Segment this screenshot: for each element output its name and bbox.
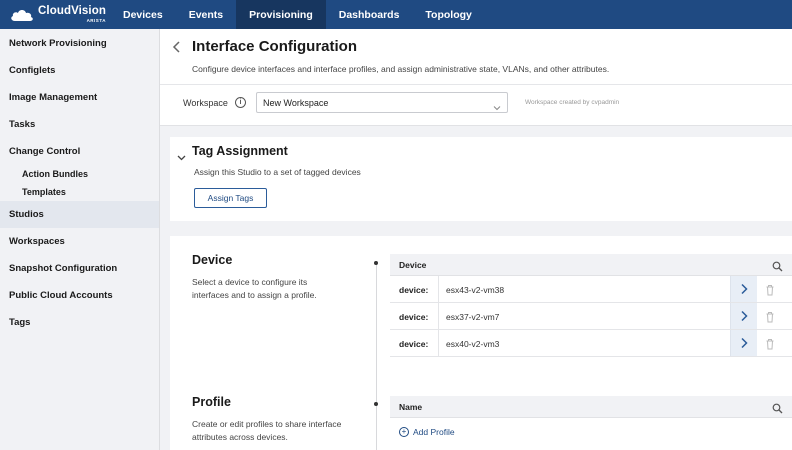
section-dot [374, 402, 378, 406]
device-section-title: Device [192, 253, 233, 267]
workspace-label: Workspace [183, 98, 228, 108]
section-dot [374, 261, 378, 265]
chevron-right-icon [741, 310, 748, 322]
collapse-chevron-icon[interactable] [177, 149, 186, 161]
divider [160, 84, 792, 85]
device-value: esx37-v2-vm7 [446, 312, 500, 322]
chevron-right-icon [741, 337, 748, 349]
nav-events[interactable]: Events [176, 0, 236, 29]
sidebar-item-tags[interactable]: Tags [0, 309, 159, 336]
cloudvision-logo[interactable]: CloudVision ARISTA [0, 0, 110, 29]
profile-table: Name + Add Profile [390, 396, 792, 437]
device-key: device: [399, 285, 429, 295]
profile-section-title: Profile [192, 395, 231, 409]
chevron-right-icon [741, 283, 748, 295]
device-table-header: Device [390, 254, 792, 276]
page-description: Configure device interfaces and interfac… [192, 64, 610, 74]
name-column-header: Name [399, 402, 423, 412]
device-table: Device device: esx43-v2-vm38 device: esx… [390, 254, 792, 357]
trash-icon[interactable] [765, 337, 775, 350]
nav-provisioning[interactable]: Provisioning [236, 0, 326, 29]
cell-divider [438, 330, 439, 356]
device-value: esx43-v2-vm38 [446, 285, 505, 295]
sidebar-item-image-management[interactable]: Image Management [0, 84, 159, 111]
sidebar-item-studios[interactable]: Studios [0, 201, 159, 228]
sidebar-item-network-provisioning[interactable]: Network Provisioning [0, 30, 159, 57]
device-column-header: Device [399, 260, 427, 270]
assign-tags-button[interactable]: Assign Tags [194, 188, 267, 208]
device-key: device: [399, 339, 429, 349]
logo-subtext: ARISTA [86, 17, 106, 23]
plus-circle-icon: + [399, 427, 409, 437]
profile-section-description: Create or edit profiles to share interfa… [192, 419, 342, 442]
open-device-button[interactable] [730, 330, 757, 356]
sidebar-item-snapshot-configuration[interactable]: Snapshot Configuration [0, 255, 159, 282]
nav-devices[interactable]: Devices [110, 0, 176, 29]
device-profile-card: Device Select a device to configure its … [170, 236, 792, 450]
tag-assignment-card: Tag Assignment Assign this Studio to a s… [170, 137, 792, 221]
trash-icon[interactable] [765, 283, 775, 296]
page-header: Interface Configuration Configure device… [160, 29, 792, 126]
tag-assignment-description: Assign this Studio to a set of tagged de… [194, 167, 361, 177]
sidebar-item-change-control[interactable]: Change Control [0, 138, 159, 165]
device-key: device: [399, 312, 429, 322]
cell-divider [438, 303, 439, 329]
table-row[interactable]: device: esx40-v2-vm3 [390, 330, 792, 357]
back-chevron-icon[interactable] [172, 40, 182, 54]
nav-dashboards[interactable]: Dashboards [326, 0, 413, 29]
table-row[interactable]: device: esx37-v2-vm7 [390, 303, 792, 330]
workspace-select[interactable]: New Workspace [256, 92, 508, 113]
workspace-note: Workspace created by cvpadmin [525, 99, 620, 106]
table-row[interactable]: device: esx43-v2-vm38 [390, 276, 792, 303]
open-device-button[interactable] [730, 303, 757, 329]
cloud-logo-icon [10, 8, 34, 22]
logo-text: CloudVision [38, 5, 106, 17]
cell-divider [438, 276, 439, 302]
open-device-button[interactable] [730, 276, 757, 302]
sidebar-item-configlets[interactable]: Configlets [0, 57, 159, 84]
add-profile-label: Add Profile [413, 427, 455, 437]
top-nav: CloudVision ARISTA Devices Events Provis… [0, 0, 792, 29]
tag-assignment-title: Tag Assignment [192, 144, 288, 158]
sidebar-item-tasks[interactable]: Tasks [0, 111, 159, 138]
search-icon[interactable] [772, 259, 783, 272]
add-profile-button[interactable]: + Add Profile [399, 427, 455, 437]
workspace-select-value: New Workspace [263, 98, 329, 108]
device-value: esx40-v2-vm3 [446, 339, 500, 349]
nav-topology[interactable]: Topology [412, 0, 484, 29]
profile-table-header: Name [390, 396, 792, 418]
sidebar-item-templates[interactable]: Templates [0, 183, 159, 201]
info-icon[interactable]: i [235, 97, 246, 108]
page-title: Interface Configuration [192, 38, 358, 55]
sidebar-item-action-bundles[interactable]: Action Bundles [0, 165, 159, 183]
sidebar: Network Provisioning Configlets Image Ma… [0, 29, 160, 450]
sidebar-item-public-cloud-accounts[interactable]: Public Cloud Accounts [0, 282, 159, 309]
chevron-down-icon [493, 99, 501, 111]
trash-icon[interactable] [765, 310, 775, 323]
section-connector-line [376, 264, 377, 450]
sidebar-item-workspaces[interactable]: Workspaces [0, 228, 159, 255]
main-content: Interface Configuration Configure device… [160, 29, 792, 450]
search-icon[interactable] [772, 401, 783, 414]
device-section-description: Select a device to configure its interfa… [192, 277, 317, 300]
